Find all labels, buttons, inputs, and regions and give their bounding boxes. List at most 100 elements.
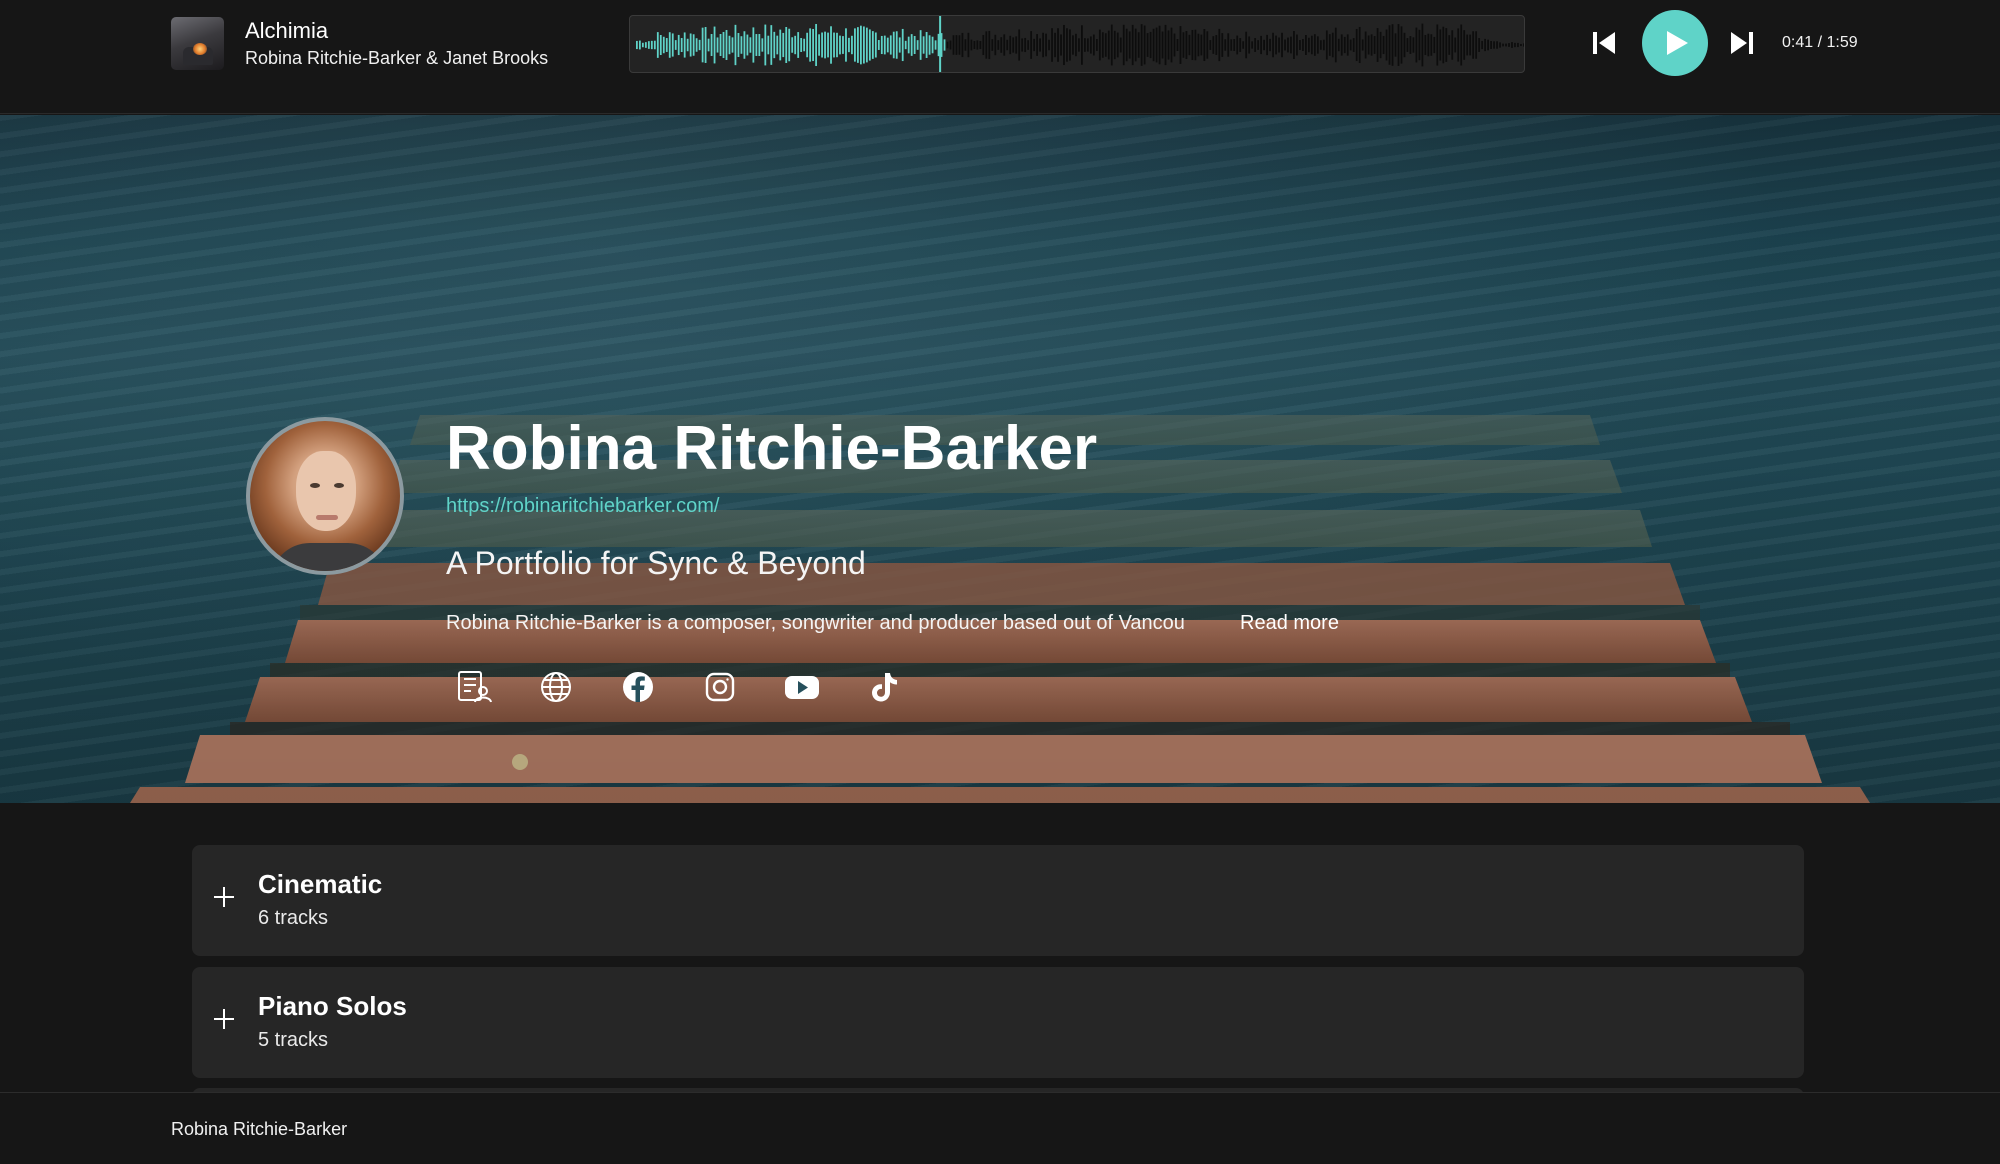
waveform-bar xyxy=(1281,32,1283,58)
avatar-eye xyxy=(334,483,344,488)
collection-piano-solos[interactable]: Piano Solos 5 tracks xyxy=(192,967,1804,1078)
playhead-marker[interactable] xyxy=(939,16,942,73)
waveform-bar xyxy=(1445,28,1448,62)
globe-icon xyxy=(541,672,571,702)
artist-website-link[interactable]: https://robinaritchiebarker.com/ xyxy=(446,495,719,518)
waveform-bar xyxy=(1086,38,1089,52)
waveform-bar xyxy=(1239,38,1242,52)
waveform-bar xyxy=(1000,37,1003,53)
waveform-bar xyxy=(776,35,779,55)
avatar-eye xyxy=(310,483,320,488)
waveform-bar xyxy=(845,28,847,62)
waveform-bar xyxy=(815,23,817,67)
next-track-button[interactable] xyxy=(1728,28,1756,58)
waveform-bar xyxy=(1379,31,1382,59)
waveform-bar xyxy=(949,40,952,50)
expand-plus-icon[interactable] xyxy=(214,1009,234,1029)
instagram-link[interactable] xyxy=(701,669,739,705)
waveform-bar xyxy=(1072,35,1074,55)
waveform-bar xyxy=(1176,39,1179,51)
waveform-bar xyxy=(686,38,689,52)
waveform-bar xyxy=(1376,28,1379,62)
waveform-bar xyxy=(1403,32,1406,58)
waveform-bar xyxy=(1075,33,1077,57)
waveform-bar xyxy=(901,28,904,62)
waveform-bar xyxy=(1358,26,1361,64)
bio-profile-icon xyxy=(458,671,492,703)
previous-track-button[interactable] xyxy=(1590,28,1618,58)
collection-name: Piano Solos xyxy=(258,991,407,1021)
waveform-bar xyxy=(836,32,838,58)
waveform-bar xyxy=(1024,37,1027,53)
waveform-bar xyxy=(982,34,985,56)
waveform-bar xyxy=(1003,34,1006,56)
waveform-bar xyxy=(830,26,832,64)
now-playing-artist[interactable]: Robina Ritchie-Barker & Janet Brooks xyxy=(245,48,548,69)
waveform-bar xyxy=(931,36,934,54)
waveform-bar xyxy=(734,24,737,66)
expand-plus-icon[interactable] xyxy=(214,887,234,907)
waveform-bar xyxy=(1355,28,1358,62)
waveform-bar xyxy=(1349,39,1352,51)
waveform-bar xyxy=(1290,36,1292,54)
waveform-bar xyxy=(1248,36,1251,54)
facebook-link[interactable] xyxy=(619,669,657,705)
waveform-bar xyxy=(1502,43,1504,47)
waveform-bar xyxy=(1466,34,1469,56)
waveform-bar xyxy=(943,39,946,51)
album-art[interactable] xyxy=(171,17,224,70)
waveform-bar xyxy=(1036,34,1038,56)
skip-previous-icon xyxy=(1593,32,1615,54)
waveform-bar xyxy=(1149,31,1152,59)
waveform-bar xyxy=(839,35,841,55)
waveform-bar xyxy=(752,27,755,63)
collection-track-count: 6 tracks xyxy=(258,907,329,929)
bio-profile-link[interactable] xyxy=(455,669,493,705)
waveform-bar xyxy=(1427,33,1430,57)
waveform-bar xyxy=(1511,42,1513,48)
waveform-bar xyxy=(740,36,743,54)
waveform-seek-bar[interactable] xyxy=(629,15,1525,73)
waveform-bar xyxy=(1143,25,1146,65)
waveform-bar xyxy=(1104,33,1107,57)
avatar-mouth xyxy=(316,515,338,520)
waveform-bar xyxy=(1116,32,1119,58)
waveform-bar xyxy=(1373,36,1376,54)
waveform-bar xyxy=(1436,24,1439,66)
waveform-bar xyxy=(692,34,695,56)
waveform-bar xyxy=(674,40,677,50)
waveform-bar xyxy=(976,40,979,50)
website-link[interactable] xyxy=(537,669,575,705)
waveform-bar xyxy=(1182,32,1185,58)
waveform-graphic xyxy=(636,16,1524,73)
waveform-bar xyxy=(1170,27,1173,63)
waveform-bar xyxy=(785,27,788,63)
collection-cinematic[interactable]: Cinematic 6 tracks xyxy=(192,845,1804,956)
waveform-bar xyxy=(1406,38,1409,52)
waveform-bar xyxy=(791,37,794,53)
waveform-bar xyxy=(1045,33,1047,57)
waveform-bar xyxy=(1173,33,1176,57)
now-playing-title[interactable]: Alchimia xyxy=(245,18,328,44)
waveform-bar xyxy=(991,39,994,51)
waveform-bar xyxy=(904,40,907,50)
youtube-link[interactable] xyxy=(783,669,821,705)
waveform-bar xyxy=(812,28,814,62)
waveform-bar xyxy=(1254,38,1257,52)
read-more-link[interactable]: Read more xyxy=(1240,612,1339,635)
waveform-bar xyxy=(988,30,991,60)
waveform-bar xyxy=(848,37,850,53)
tiktok-link[interactable] xyxy=(865,669,903,705)
waveform-bar xyxy=(1385,29,1388,61)
waveform-bar xyxy=(1454,37,1457,53)
waveform-bar xyxy=(1134,28,1137,62)
waveform-bar xyxy=(919,30,922,60)
waveform-bar xyxy=(1293,31,1295,59)
waveform-bar xyxy=(767,35,770,55)
waveform-bar xyxy=(1122,24,1125,66)
waveform-bar xyxy=(1194,29,1197,61)
waveform-bar xyxy=(1063,24,1065,66)
waveform-bar xyxy=(1305,35,1307,55)
play-button[interactable] xyxy=(1642,10,1708,76)
waveform-bar xyxy=(683,32,686,58)
